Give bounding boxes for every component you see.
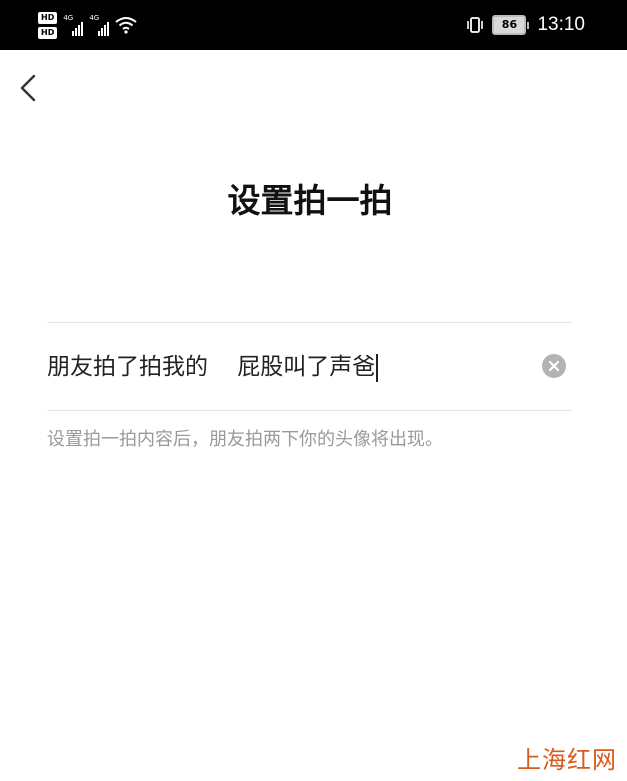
battery-tip bbox=[527, 21, 530, 29]
battery-icon: 86 bbox=[492, 15, 530, 35]
status-right: 86 13:10 bbox=[466, 8, 585, 42]
clear-icon bbox=[548, 360, 560, 372]
chevron-left-icon bbox=[20, 74, 36, 102]
network-type-label: 4G bbox=[63, 14, 74, 22]
watermark-logo: 上海红网 bbox=[517, 746, 617, 774]
signal-icon: 4G bbox=[63, 14, 84, 36]
signal-bar bbox=[98, 31, 101, 36]
pat-text-input[interactable]: 朋友拍了拍我的 屁股叫了声爸 bbox=[47, 337, 572, 397]
signal-bar bbox=[72, 31, 75, 36]
signal-bar bbox=[81, 22, 84, 36]
input-bottom-divider bbox=[47, 410, 572, 411]
hd-badges: HD HD bbox=[38, 11, 58, 39]
hd-badge: HD bbox=[38, 26, 58, 39]
status-bar: HD HD 4G 4G 86 13:10 bbox=[0, 0, 627, 50]
clear-input-button[interactable] bbox=[542, 354, 566, 378]
signal-bar bbox=[107, 22, 110, 36]
vibrate-icon bbox=[467, 17, 484, 33]
input-top-divider bbox=[47, 322, 572, 323]
network-type-label: 4G bbox=[89, 14, 100, 22]
signal-bar bbox=[78, 25, 81, 36]
pat-text-value: 朋友拍了拍我的 屁股叫了声爸 bbox=[47, 351, 378, 383]
page-title: 设置拍一拍 bbox=[227, 181, 393, 220]
signal-icon: 4G bbox=[89, 14, 110, 36]
status-time: 13:10 bbox=[537, 14, 585, 35]
hint-text: 设置拍一拍内容后，朋友拍两下你的头像将出现。 bbox=[47, 429, 443, 450]
hd-badge: HD bbox=[38, 11, 58, 24]
battery-level: 86 bbox=[492, 15, 527, 35]
status-left: HD HD 4G 4G bbox=[38, 8, 137, 42]
signal-bar bbox=[104, 25, 107, 36]
wifi-icon bbox=[115, 17, 137, 34]
back-button[interactable] bbox=[12, 70, 48, 106]
signal-bar bbox=[101, 28, 104, 36]
input-value-text: 朋友拍了拍我的 屁股叫了声爸 bbox=[47, 354, 376, 380]
signal-bar bbox=[75, 28, 78, 36]
text-caret bbox=[376, 353, 378, 382]
